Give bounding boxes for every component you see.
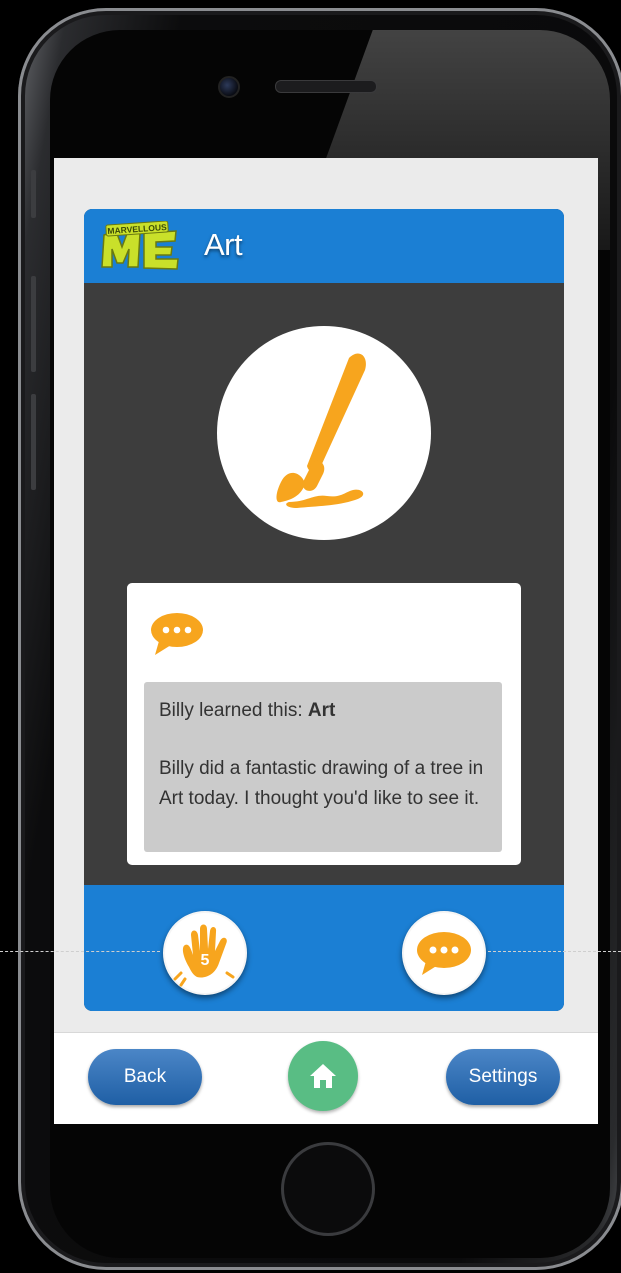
bottom-navigation: Back Settings [54,1032,598,1124]
card-header: MARVELLOUS Art [84,209,564,283]
speech-bubble-icon [417,932,471,975]
learned-subject: Art [307,700,336,721]
moment-card: MARVELLOUS Art Billy learned this: Art B… [84,209,564,1011]
hardware-home-button[interactable] [281,1142,375,1236]
learned-line: Billy learned this: Art [159,696,487,726]
message-body: Billy did a fantastic drawing of a tree … [159,758,484,809]
speech-bubble-icon [151,613,203,655]
volume-down-button [31,394,36,490]
high-five-button[interactable]: 5 [163,911,247,995]
card-action-bar: 5 [84,885,564,1011]
paintbrush-icon [276,353,366,508]
page-title: Art [204,227,243,262]
settings-button[interactable]: Settings [446,1049,560,1105]
comment-button[interactable] [402,911,486,995]
back-button[interactable]: Back [88,1049,202,1105]
guide-line-left [0,951,160,952]
front-camera [218,76,240,98]
message-text-box: Billy learned this: Art Billy did a fant… [144,682,502,852]
guide-line-right [488,951,621,952]
high-five-hand-icon: 5 [173,924,235,987]
home-icon [310,1064,336,1088]
earpiece-speaker [275,80,377,93]
marvellous-me-logo: MARVELLOUS [101,221,179,270]
app-screen: MARVELLOUS Art Billy learned this: Art B… [54,158,598,1124]
mute-switch [31,170,36,218]
home-button[interactable] [288,1041,358,1111]
subject-badge [217,326,431,540]
volume-up-button [31,276,36,372]
learned-prefix: Billy learned this: [159,700,308,721]
message-card: Billy learned this: Art Billy did a fant… [127,583,521,865]
svg-text:5: 5 [201,952,210,969]
